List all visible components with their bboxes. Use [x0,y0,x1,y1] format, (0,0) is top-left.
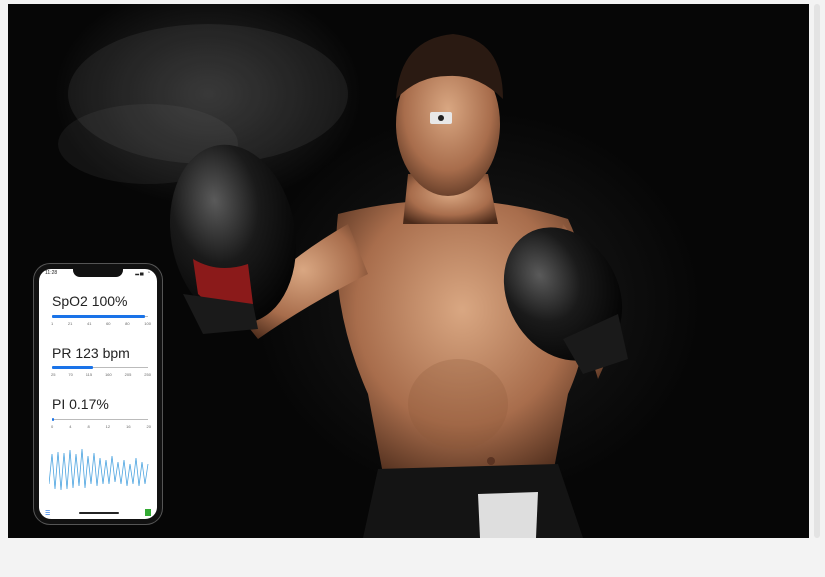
scrollbar[interactable] [814,4,820,538]
pi-label: PI 0.17% [52,396,109,412]
pr-tick-label: 250 [144,372,151,377]
pr-tick-label: 25 [51,372,56,377]
spo2-tick-label: 41 [86,321,92,326]
status-time: 11:28 [45,270,58,276]
spo2-tick-label: 1 [51,321,54,326]
phone-screen: 11:28 ▂▄ ◔ SpO2 100% 1 21 41 60 80 100 PR 123… [39,269,157,519]
spo2-tick-label: 100 [144,321,151,326]
pr-tick-label: 160 [105,372,112,377]
spo2-tick-label: 60 [106,321,111,326]
pi-bar-fill [52,418,54,421]
pleth-waveform [49,448,149,491]
battery-icon [145,509,151,516]
pi-tick-label: 0 [51,424,54,429]
home-indicator [79,512,119,514]
pi-tick-label: 12 [105,424,111,429]
pr-tick-label: 205 [124,372,132,377]
pi-ticks: 0 4 8 12 16 20 [51,424,151,429]
pi-bar [52,418,148,421]
spo2-bar [52,315,148,318]
pi-tick-label: 4 [69,424,72,429]
pr-tick-label: 70 [68,372,73,377]
phone-mockup: 11:28 ▂▄ ◔ SpO2 100% 1 21 41 60 80 100 PR 123… [34,264,162,524]
spo2-ticks: 1 21 41 60 80 100 [51,321,151,326]
pi-tick-label: 16 [126,424,131,429]
signal-icon: ▂▄ ◔ [135,270,151,276]
spo2-label: SpO2 100% [52,293,128,309]
menu-icon[interactable]: ☰ [45,510,50,517]
spo2-tick-label: 21 [67,321,73,326]
pr-tick-label: 115 [85,372,93,377]
spo2-tick-label: 80 [125,321,130,326]
pr-ticks: 25 70 115 160 205 250 [51,372,151,377]
pr-bar [52,366,148,369]
phone-notch [73,269,123,277]
pr-label: PR 123 bpm [52,345,130,361]
pi-tick-label: 8 [87,424,90,429]
bottom-bar [0,538,825,577]
pr-bar-fill [52,366,94,369]
pi-tick-label: 20 [146,424,151,429]
spo2-bar-fill [52,315,146,318]
